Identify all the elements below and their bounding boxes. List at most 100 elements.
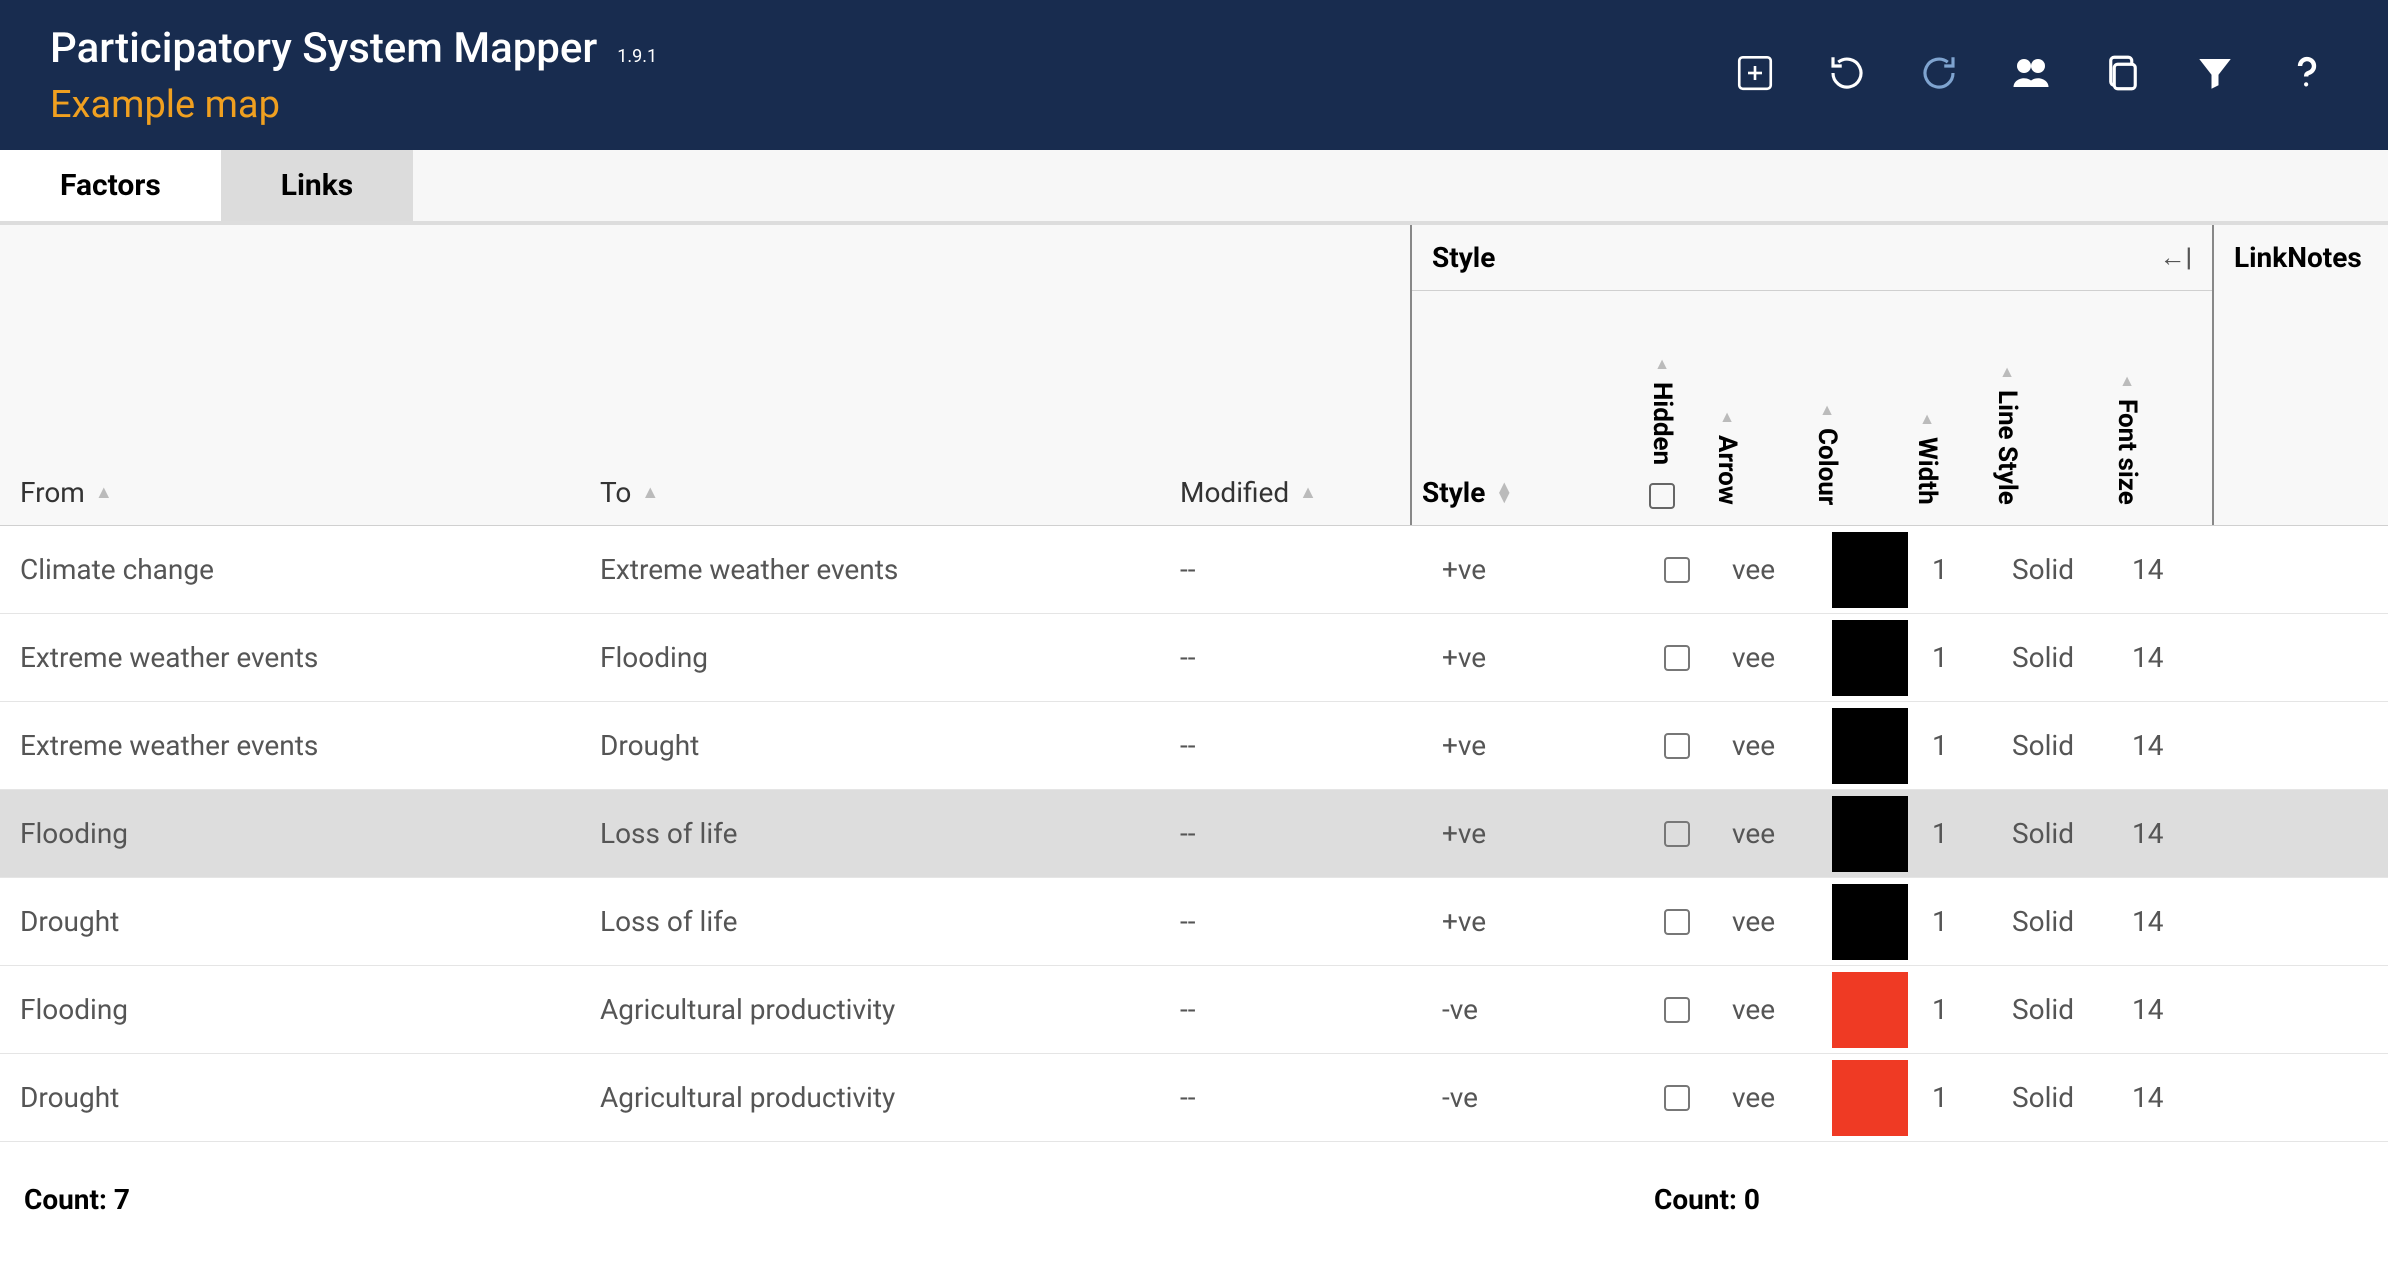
cell-arrow: vee (1732, 905, 1775, 938)
add-icon[interactable] (1734, 52, 1776, 98)
grid-header: From ▲ To ▲ Modified ▲ Style ←| Style ▲▼ ▲ Hi… (0, 225, 2388, 526)
sort-caret-icon[interactable]: ▲ (1819, 400, 1835, 420)
undo-icon[interactable] (1826, 52, 1868, 98)
cell-modified: -- (1180, 729, 1195, 762)
cell-style: +ve (1442, 729, 1486, 762)
col-header-colour[interactable]: Colour (1812, 428, 1842, 509)
cell-from: Flooding (20, 993, 128, 1026)
redo-icon[interactable] (1918, 52, 1960, 98)
colour-swatch[interactable] (1832, 972, 1908, 1048)
table-row[interactable]: DroughtLoss of life--+vevee1Solid14 (0, 878, 2388, 966)
col-header-fontsize[interactable]: Font size (2112, 399, 2142, 509)
cell-linestyle: Solid (2012, 729, 2074, 762)
cell-fontsize: 14 (2132, 1081, 2163, 1114)
table-row[interactable]: Extreme weather eventsDrought--+vevee1So… (0, 702, 2388, 790)
hidden-checkbox[interactable] (1664, 733, 1690, 759)
colour-swatch[interactable] (1832, 796, 1908, 872)
app-header: Participatory System Mapper 1.9.1 Exampl… (0, 0, 2388, 150)
hidden-checkbox[interactable] (1664, 557, 1690, 583)
cell-to: Loss of life (600, 817, 737, 850)
cell-to: Flooding (600, 641, 708, 674)
cell-width: 1 (1932, 817, 1948, 850)
sort-caret-icon[interactable]: ▲ (95, 482, 113, 503)
cell-width: 1 (1932, 1081, 1948, 1114)
cell-style: +ve (1442, 817, 1486, 850)
sort-caret-icon[interactable]: ▲ (1999, 362, 2015, 382)
cell-to: Loss of life (600, 905, 737, 938)
map-title: Example map (50, 83, 657, 127)
toolbar (1734, 52, 2328, 98)
sort-caret-icon[interactable]: ▲ (1299, 482, 1317, 503)
tab-links[interactable]: Links (221, 150, 413, 221)
sort-caret-icon[interactable]: ▲ (2119, 371, 2135, 391)
table-row[interactable]: DroughtAgricultural productivity---vevee… (0, 1054, 2388, 1142)
cell-style: +ve (1442, 641, 1486, 674)
col-header-arrow[interactable]: Arrow (1712, 435, 1742, 509)
col-header-width[interactable]: Width (1912, 437, 1942, 509)
cell-arrow: vee (1732, 729, 1775, 762)
col-header-modified[interactable]: Modified (1180, 476, 1289, 509)
rows-container: Climate changeExtreme weather events--+v… (0, 526, 2388, 1226)
cell-style: +ve (1442, 905, 1486, 938)
cell-fontsize: 14 (2132, 641, 2163, 674)
colour-swatch[interactable] (1832, 884, 1908, 960)
hidden-checkbox[interactable] (1664, 821, 1690, 847)
copy-icon[interactable] (2102, 52, 2144, 98)
sort-caret-icon[interactable]: ▲ (1919, 409, 1935, 429)
cell-width: 1 (1932, 641, 1948, 674)
group-header-linknotes[interactable]: LinkNotes (2214, 225, 2388, 525)
sort-caret-icon[interactable]: ▲ (1719, 407, 1735, 427)
sort-caret-icon[interactable]: ▲ (641, 482, 659, 503)
hidden-checkbox[interactable] (1664, 997, 1690, 1023)
cell-arrow: vee (1732, 817, 1775, 850)
cell-arrow: vee (1732, 553, 1775, 586)
cell-width: 1 (1932, 905, 1948, 938)
count-left-label: Count: (24, 1183, 107, 1216)
help-icon[interactable] (2286, 52, 2328, 98)
hidden-header-checkbox[interactable] (1649, 483, 1675, 509)
tab-factors[interactable]: Factors (0, 150, 221, 221)
table-row[interactable]: Climate changeExtreme weather events--+v… (0, 526, 2388, 614)
colour-swatch[interactable] (1832, 708, 1908, 784)
data-grid: From ▲ To ▲ Modified ▲ Style ←| Style ▲▼ ▲ Hi… (0, 225, 2388, 1226)
count-left-value: 7 (114, 1183, 130, 1216)
col-header-to[interactable]: To (600, 476, 631, 509)
colour-swatch[interactable] (1832, 1060, 1908, 1136)
hidden-checkbox[interactable] (1664, 909, 1690, 935)
table-row[interactable]: Flooding Loss of life -- +ve vee 1 Solid 14 (0, 790, 2388, 878)
cell-fontsize: 14 (2132, 817, 2163, 850)
cell-from: Drought (20, 1081, 119, 1114)
cell-fontsize: 14 (2132, 905, 2163, 938)
cell-modified: -- (1180, 905, 1195, 938)
cell-linestyle: Solid (2012, 1081, 2074, 1114)
cell-modified: -- (1180, 553, 1195, 586)
group-header-style: Style (1432, 241, 1495, 274)
cell-fontsize: 14 (2132, 993, 2163, 1026)
colour-swatch[interactable] (1832, 532, 1908, 608)
col-header-hidden[interactable]: Hidden (1647, 382, 1677, 469)
hidden-checkbox[interactable] (1664, 1085, 1690, 1111)
cell-fontsize: 14 (2132, 729, 2163, 762)
cell-style: -ve (1442, 1081, 1478, 1114)
cell-linestyle: Solid (2012, 817, 2074, 850)
hidden-checkbox[interactable] (1664, 645, 1690, 671)
grid-footer: Count: 7 Count: 0 (0, 1173, 2388, 1226)
cell-width: 1 (1932, 553, 1948, 586)
cell-linestyle: Solid (2012, 553, 2074, 586)
cell-linestyle: Solid (2012, 905, 2074, 938)
col-header-style[interactable]: Style (1422, 476, 1485, 509)
colour-swatch[interactable] (1832, 620, 1908, 696)
cell-modified: -- (1180, 817, 1195, 850)
col-header-linestyle[interactable]: Line Style (1992, 390, 2022, 509)
filter-icon[interactable] (2194, 52, 2236, 98)
table-row[interactable]: FloodingAgricultural productivity---veve… (0, 966, 2388, 1054)
sort-caret-icon[interactable]: ▲ (1654, 354, 1670, 374)
sort-caret-icon[interactable]: ▲▼ (1495, 483, 1513, 503)
cell-from: Flooding (20, 817, 128, 850)
cell-modified: -- (1180, 993, 1195, 1026)
table-row[interactable]: Extreme weather eventsFlooding--+vevee1S… (0, 614, 2388, 702)
col-header-from[interactable]: From (20, 476, 85, 509)
cell-to: Extreme weather events (600, 553, 898, 586)
collapse-arrow-icon[interactable]: ←| (2159, 242, 2192, 273)
users-icon[interactable] (2010, 52, 2052, 98)
